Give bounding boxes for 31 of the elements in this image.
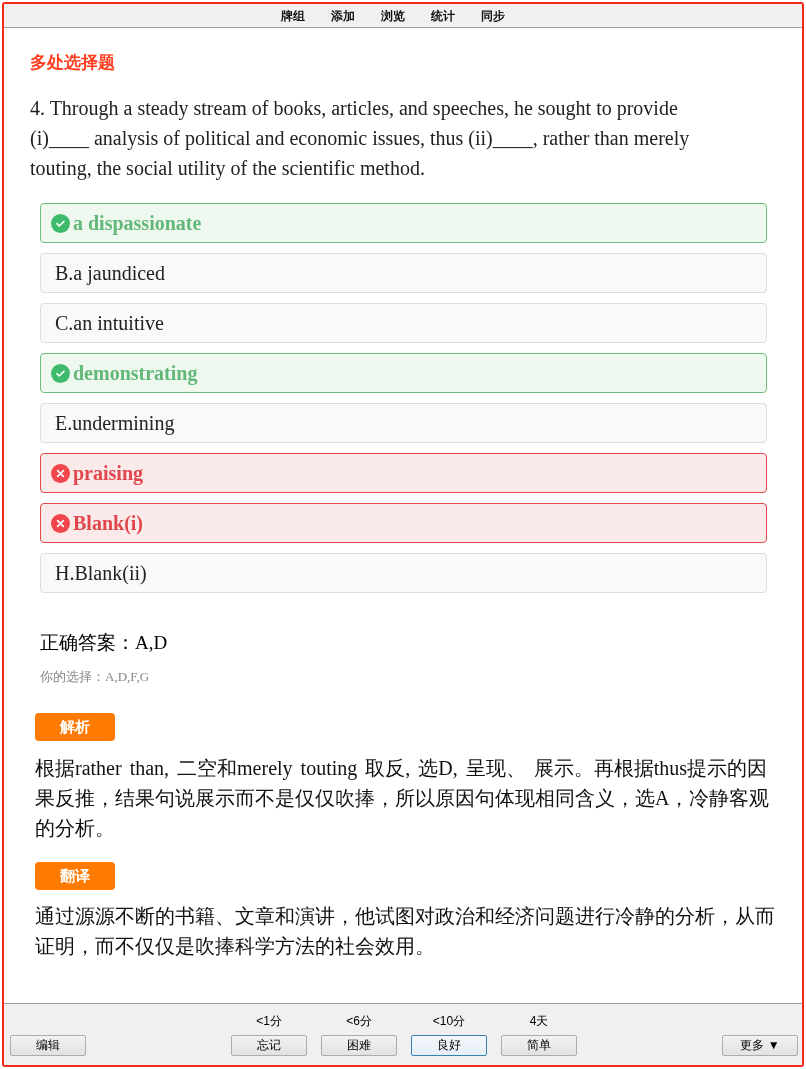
check-circle-icon xyxy=(51,363,70,383)
check-circle-icon xyxy=(51,213,70,233)
more-button[interactable]: 更多 ▼ xyxy=(722,1035,798,1056)
close-circle-icon xyxy=(51,513,70,533)
answer-button[interactable]: 良好 xyxy=(411,1035,487,1056)
answer-button[interactable]: 简单 xyxy=(501,1035,577,1056)
answer-option[interactable]: E.undermining xyxy=(40,403,767,443)
menu-item[interactable]: 同步 xyxy=(481,7,505,24)
answer-button[interactable]: 困难 xyxy=(321,1035,397,1056)
edit-button[interactable]: 编辑 xyxy=(10,1035,86,1056)
close-circle-icon xyxy=(51,463,70,483)
answer-button[interactable]: 忘记 xyxy=(231,1035,307,1056)
menu-item[interactable]: 牌组 xyxy=(281,7,305,24)
interval-label: <6分 xyxy=(346,1014,372,1028)
translation-text: 通过源源不断的书籍、文章和演讲，他试图对政治和经济问题进行冷静的分析，从而证明，而不仅仅是吹捧科学方法的社会效用。 xyxy=(35,904,776,959)
answer-option[interactable]: B.a jaundiced xyxy=(40,253,767,293)
answer-option[interactable]: C.an intuitive xyxy=(40,303,767,343)
menu-item[interactable]: 添加 xyxy=(331,7,355,24)
analysis-badge: 解析 xyxy=(35,713,115,741)
interval-label: <10分 xyxy=(432,1014,466,1028)
menu-item[interactable]: 统计 xyxy=(431,7,455,24)
translation-badge: 翻译 xyxy=(35,862,115,890)
analysis-text: 根据rather than, 二空和merely touting 取反, 选D, 呈现、 展示。再根据thus提示的因果反推，结果句说展示而不是仅仅吹捧，所以原因句体现相同含义，选A，冷静客观的分析。 xyxy=(35,756,771,841)
menu-item[interactable]: 浏览 xyxy=(381,7,405,24)
interval-label: 4天 xyxy=(529,1014,549,1028)
question-text: 4. Through a steady stream of books, articles, and speeches, he sought to provide (i)____ analysis of political and economic issues, thus (ii)____, rather than merely touting, the social utility of the scientific method. xyxy=(30,96,691,182)
your-choice-text: 你的选择：A,D,F,G xyxy=(40,668,150,686)
correct-answer-text: 正确答案：A,D xyxy=(40,631,168,655)
question-type-title: 多处选择题 xyxy=(30,52,115,74)
interval-label: <1分 xyxy=(256,1014,282,1028)
answer-option[interactable]: H.Blank(ii) xyxy=(40,553,767,593)
